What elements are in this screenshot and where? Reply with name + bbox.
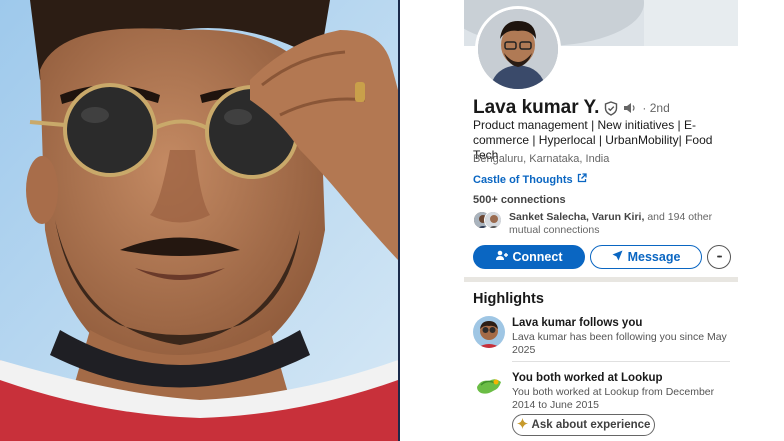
- man-with-sunglasses-image: [0, 0, 398, 441]
- name-row: Lava kumar Y. · 2nd: [473, 97, 670, 119]
- add-person-icon: [495, 250, 508, 264]
- highlight-divider: [512, 361, 730, 362]
- mutual-connections-text: Sanket Salecha, Varun Kiri, and 194 othe…: [509, 211, 739, 237]
- avatar-photo-icon: [478, 9, 558, 89]
- section-divider: [464, 277, 738, 282]
- mutual-connections[interactable]: Sanket Salecha, Varun Kiri, and 194 othe…: [473, 211, 739, 237]
- highlight-heading: You both worked at Lookup: [512, 372, 663, 384]
- mutual-avatar-icon: [484, 211, 502, 229]
- ask-about-experience-button[interactable]: Ask about experience: [512, 414, 655, 436]
- profile-name: Lava kumar Y.: [473, 97, 600, 118]
- message-label: Message: [627, 250, 681, 264]
- ellipsis-icon: •••: [716, 253, 722, 261]
- highlight-item[interactable]: You both worked at Lookup You both worke…: [473, 371, 735, 411]
- external-link-icon: [577, 173, 587, 186]
- verified-shield-icon[interactable]: [604, 100, 618, 116]
- profile-location: Bengaluru, Karnataka, India: [473, 153, 610, 165]
- pronunciation-speaker-icon[interactable]: [623, 102, 637, 114]
- connections-count[interactable]: 500+ connections: [473, 194, 566, 206]
- highlight-description: You both worked at Lookup from December …: [512, 386, 715, 411]
- ask-label: Ask about experience: [531, 419, 651, 431]
- profile-avatar[interactable]: [475, 6, 561, 92]
- website-label: Castle of Thoughts: [473, 173, 573, 186]
- highlight-heading: Lava kumar follows you: [512, 317, 643, 329]
- message-button[interactable]: Message: [590, 245, 702, 269]
- mutual-avatars: [473, 211, 503, 231]
- connection-degree: · 2nd: [642, 101, 670, 115]
- featured-photo: [0, 0, 398, 441]
- highlight-description: Lava kumar has been following you since …: [512, 331, 727, 356]
- send-icon: [612, 250, 623, 264]
- highlights-title: Highlights: [473, 291, 544, 307]
- website-link[interactable]: Castle of Thoughts: [473, 173, 587, 186]
- highlight-item[interactable]: Lava kumar follows you Lava kumar has be…: [473, 316, 735, 356]
- more-options-button[interactable]: •••: [707, 245, 731, 269]
- profile-card: Lava kumar Y. · 2nd Product management |…: [400, 0, 784, 441]
- connect-button[interactable]: Connect: [473, 245, 585, 269]
- company-logo-icon: [473, 371, 505, 403]
- mutual-names: Sanket Salecha, Varun Kiri,: [509, 211, 645, 223]
- sparkle-icon: [516, 418, 528, 432]
- connect-label: Connect: [512, 250, 563, 264]
- profile-avatar-icon: [473, 316, 505, 348]
